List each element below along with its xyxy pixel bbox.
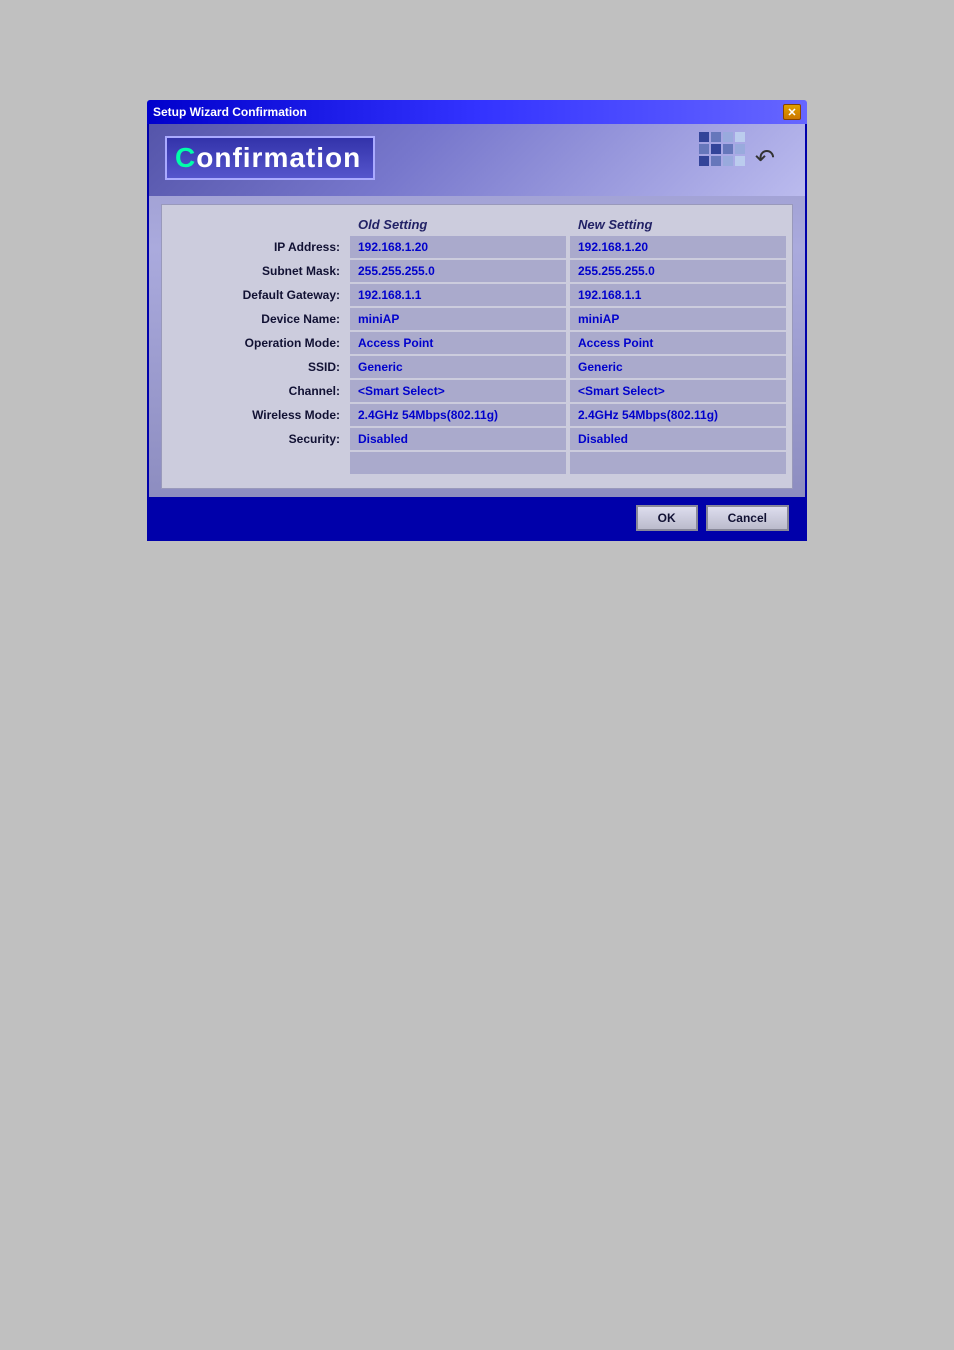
row-new-value: 2.4GHz 54Mbps(802.11g) xyxy=(570,404,786,426)
row-label: IP Address: xyxy=(170,240,350,254)
row-old-value: 2.4GHz 54Mbps(802.11g) xyxy=(350,404,566,426)
table-row xyxy=(170,452,784,474)
data-rows-container: IP Address:192.168.1.20192.168.1.20Subne… xyxy=(170,236,784,474)
dialog-content: Old Setting New Setting IP Address:192.1… xyxy=(161,204,793,489)
row-old-value: miniAP xyxy=(350,308,566,330)
deco-sq-5 xyxy=(699,144,709,154)
row-label: Channel: xyxy=(170,384,350,398)
deco-sq-11 xyxy=(723,156,733,166)
deco-sq-1 xyxy=(699,132,709,142)
col-old-setting-header: Old Setting xyxy=(350,217,570,232)
row-new-value: <Smart Select> xyxy=(570,380,786,402)
table-row: SSID:GenericGeneric xyxy=(170,356,784,378)
dialog-header: Confirmation ↶ xyxy=(149,124,805,196)
row-old-value xyxy=(350,452,566,474)
table-row: Security:DisabledDisabled xyxy=(170,428,784,450)
row-new-value: miniAP xyxy=(570,308,786,330)
table-row: Subnet Mask:255.255.255.0255.255.255.0 xyxy=(170,260,784,282)
row-new-value xyxy=(570,452,786,474)
row-new-value: 192.168.1.20 xyxy=(570,236,786,258)
title-bar-label: Setup Wizard Confirmation xyxy=(153,105,307,119)
row-old-value: Generic xyxy=(350,356,566,378)
decorative-squares xyxy=(699,132,745,166)
row-label: Default Gateway: xyxy=(170,288,350,302)
deco-sq-4 xyxy=(735,132,745,142)
col-new-setting-header: New Setting xyxy=(570,217,790,232)
row-new-value: Generic xyxy=(570,356,786,378)
row-label: Operation Mode: xyxy=(170,336,350,350)
deco-sq-12 xyxy=(735,156,745,166)
cursor-icon: ↶ xyxy=(755,144,775,173)
dialog-title: Confirmation xyxy=(175,142,361,173)
deco-sq-9 xyxy=(699,156,709,166)
row-label: Subnet Mask: xyxy=(170,264,350,278)
column-headers: Old Setting New Setting xyxy=(170,217,784,232)
row-label: SSID: xyxy=(170,360,350,374)
cancel-button[interactable]: Cancel xyxy=(706,505,789,531)
deco-sq-3 xyxy=(723,132,733,142)
row-label: Device Name: xyxy=(170,312,350,326)
dialog-body: Confirmation ↶ Old Setting New Setting I… xyxy=(147,124,807,541)
col-empty xyxy=(170,217,350,232)
row-old-value: 192.168.1.20 xyxy=(350,236,566,258)
row-old-value: 192.168.1.1 xyxy=(350,284,566,306)
row-old-value: Access Point xyxy=(350,332,566,354)
row-new-value: Access Point xyxy=(570,332,786,354)
row-old-value: Disabled xyxy=(350,428,566,450)
table-row: Operation Mode:Access PointAccess Point xyxy=(170,332,784,354)
deco-sq-8 xyxy=(735,144,745,154)
title-first-letter: C xyxy=(175,142,196,173)
row-old-value: 255.255.255.0 xyxy=(350,260,566,282)
close-button[interactable]: ✕ xyxy=(783,104,801,120)
dialog-wrapper: Setup Wizard Confirmation ✕ xyxy=(147,100,807,541)
table-row: IP Address:192.168.1.20192.168.1.20 xyxy=(170,236,784,258)
table-row: Device Name:miniAPminiAP xyxy=(170,308,784,330)
table-row: Channel:<Smart Select><Smart Select> xyxy=(170,380,784,402)
row-new-value: Disabled xyxy=(570,428,786,450)
deco-sq-2 xyxy=(711,132,721,142)
row-old-value: <Smart Select> xyxy=(350,380,566,402)
row-new-value: 192.168.1.1 xyxy=(570,284,786,306)
row-label: Wireless Mode: xyxy=(170,408,350,422)
row-new-value: 255.255.255.0 xyxy=(570,260,786,282)
table-row: Default Gateway:192.168.1.1192.168.1.1 xyxy=(170,284,784,306)
title-rest: onfirmation xyxy=(196,142,361,173)
deco-sq-10 xyxy=(711,156,721,166)
table-row: Wireless Mode:2.4GHz 54Mbps(802.11g)2.4G… xyxy=(170,404,784,426)
title-bar: Setup Wizard Confirmation ✕ xyxy=(147,100,807,124)
dialog-footer: OK Cancel xyxy=(149,497,805,539)
dialog-title-box: Confirmation xyxy=(165,136,375,180)
row-label: Security: xyxy=(170,432,350,446)
deco-sq-7 xyxy=(723,144,733,154)
deco-sq-6 xyxy=(711,144,721,154)
ok-button[interactable]: OK xyxy=(636,505,698,531)
